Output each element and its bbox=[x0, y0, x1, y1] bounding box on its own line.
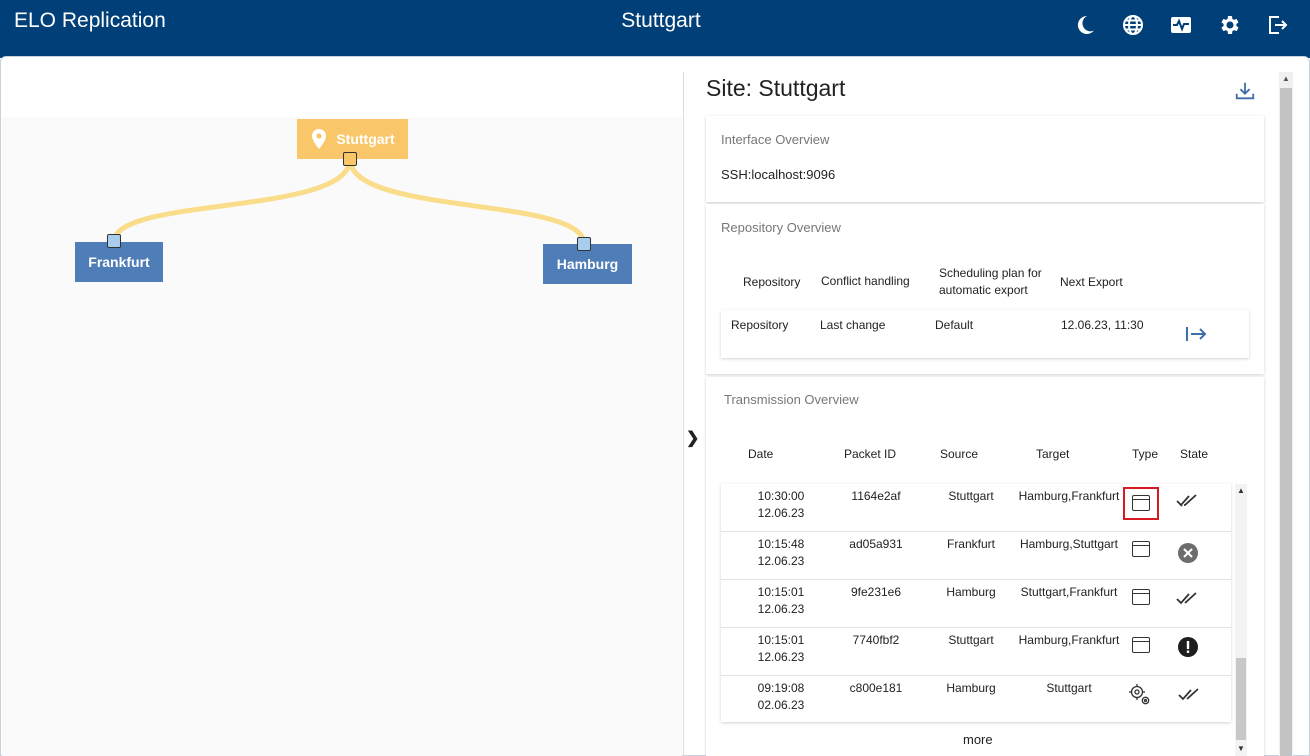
tx-header-state: State bbox=[1180, 447, 1209, 461]
tx-header-packet: Packet ID bbox=[844, 447, 897, 461]
row-time: 09:19:08 bbox=[757, 681, 805, 695]
row-source: Frankfurt bbox=[946, 537, 995, 551]
error-circle-icon bbox=[1178, 543, 1198, 563]
row-packet: 7740fbf2 bbox=[852, 633, 900, 647]
node-stuttgart-label: Stuttgart bbox=[336, 131, 395, 147]
gear-icon[interactable] bbox=[1217, 13, 1241, 37]
repo-cell-repository: Repository bbox=[731, 318, 789, 332]
gears-icon[interactable] bbox=[1128, 683, 1152, 707]
interface-overview-card: Interface Overview SSH:localhost:9096 bbox=[706, 116, 1264, 202]
table-scrollbar-thumb[interactable] bbox=[1236, 658, 1246, 740]
repo-header-next-export: Next Export bbox=[1060, 275, 1123, 289]
selected-type-highlight bbox=[1123, 487, 1159, 520]
export-now-icon[interactable] bbox=[1184, 325, 1208, 343]
row-target: Hamburg,Frankfurt bbox=[1018, 633, 1120, 647]
collapse-panel-chevron-icon[interactable]: ❯ bbox=[686, 428, 699, 448]
repository-overview-card: Repository Overview Repository Conflict … bbox=[706, 204, 1264, 374]
repo-cell-next-export: 12.06.23, 11:30 bbox=[1061, 318, 1144, 332]
port-hamburg[interactable] bbox=[577, 237, 591, 251]
table-row[interactable]: 10:15:01 12.06.23 9fe231e6 Hamburg Stutt… bbox=[721, 580, 1231, 626]
warning-circle-icon bbox=[1178, 637, 1198, 657]
double-check-icon bbox=[1176, 494, 1197, 507]
row-target: Stuttgart,Frankfurt bbox=[1020, 585, 1118, 599]
transmission-overview-title: Transmission Overview bbox=[724, 392, 859, 407]
globe-icon[interactable] bbox=[1121, 13, 1145, 37]
table-scroll-down-icon[interactable]: ▼ bbox=[1236, 744, 1246, 753]
port-stuttgart[interactable] bbox=[343, 152, 357, 166]
repo-header-conflict: Conflict handling bbox=[821, 274, 910, 288]
repo-cell-conflict: Last change bbox=[820, 318, 886, 332]
row-packet: ad05a931 bbox=[849, 537, 903, 551]
row-target: Stuttgart bbox=[1046, 681, 1092, 695]
tx-header-source: Source bbox=[940, 447, 979, 461]
row-source: Stuttgart bbox=[948, 489, 994, 503]
row-source: Hamburg bbox=[946, 681, 996, 695]
repo-header-schedule: Scheduling plan for automatic export bbox=[939, 266, 1042, 297]
double-check-icon bbox=[1178, 688, 1199, 701]
row-target: Hamburg,Stuttgart bbox=[1019, 537, 1119, 551]
tx-header-type: Type bbox=[1132, 447, 1159, 461]
repository-overview-title: Repository Overview bbox=[721, 220, 841, 235]
tx-header-date: Date bbox=[748, 447, 774, 461]
row-packet: 9fe231e6 bbox=[850, 585, 902, 599]
panel-title: Site: Stuttgart bbox=[706, 75, 846, 101]
interface-overview-title: Interface Overview bbox=[721, 132, 830, 147]
panel-scroll-up-icon[interactable]: ▲ bbox=[1280, 72, 1292, 86]
edge-stuttgart-frankfurt bbox=[111, 158, 353, 243]
tx-header-target: Target bbox=[1036, 447, 1070, 461]
window-icon[interactable] bbox=[1132, 637, 1150, 653]
more-link[interactable]: more bbox=[963, 732, 993, 747]
window-icon[interactable] bbox=[1132, 541, 1150, 557]
row-packet: 1164e2af bbox=[851, 489, 901, 503]
node-hamburg-label: Hamburg bbox=[556, 256, 619, 272]
panel-divider bbox=[683, 72, 684, 756]
top-bar: ELO Replication Stuttgart bbox=[0, 0, 1310, 58]
location-pin-icon bbox=[312, 129, 327, 149]
row-time: 10:15:48 bbox=[757, 537, 805, 551]
row-time: 10:15:01 bbox=[757, 585, 805, 599]
interface-value: SSH:localhost:9096 bbox=[721, 167, 836, 182]
row-packet: c800e181 bbox=[849, 681, 903, 695]
table-row[interactable]: 09:19:08 02.06.23 c800e181 Hamburg Stutt… bbox=[721, 676, 1231, 722]
row-time: 10:30:00 bbox=[757, 489, 805, 503]
node-frankfurt[interactable]: Frankfurt bbox=[75, 242, 163, 282]
table-row[interactable]: 10:15:01 12.06.23 7740fbf2 Stuttgart Ham… bbox=[721, 628, 1231, 674]
edge-stuttgart-hamburg bbox=[347, 158, 587, 245]
row-date: 02.06.23 bbox=[757, 698, 805, 712]
node-frankfurt-label: Frankfurt bbox=[88, 254, 150, 270]
row-target: Hamburg,Frankfurt bbox=[1018, 489, 1120, 503]
repo-cell-schedule: Default bbox=[935, 318, 974, 332]
row-time: 10:15:01 bbox=[757, 633, 805, 647]
row-source: Stuttgart bbox=[948, 633, 994, 647]
double-check-icon bbox=[1176, 592, 1197, 605]
repository-row[interactable]: Repository Last change Default 12.06.23,… bbox=[721, 310, 1249, 358]
logout-icon[interactable] bbox=[1265, 13, 1289, 37]
row-date: 12.06.23 bbox=[757, 602, 805, 616]
port-frankfurt[interactable] bbox=[107, 234, 121, 248]
download-icon[interactable] bbox=[1234, 80, 1256, 102]
table-scroll-up-icon[interactable]: ▲ bbox=[1236, 486, 1246, 495]
table-row[interactable]: 10:15:48 12.06.23 ad05a931 Frankfurt Ham… bbox=[721, 532, 1231, 578]
site-title: Stuttgart bbox=[621, 9, 701, 32]
row-date: 12.06.23 bbox=[757, 506, 805, 520]
graph-edges bbox=[111, 158, 587, 245]
repo-header-repository: Repository bbox=[743, 275, 801, 289]
row-source: Hamburg bbox=[946, 585, 996, 599]
monitor-pulse-icon[interactable] bbox=[1169, 13, 1193, 37]
row-date: 12.06.23 bbox=[757, 554, 805, 568]
panel-scrollbar-thumb[interactable] bbox=[1280, 88, 1292, 756]
moon-icon[interactable] bbox=[1073, 13, 1097, 37]
window-icon[interactable] bbox=[1132, 589, 1150, 605]
row-date: 12.06.23 bbox=[757, 650, 805, 664]
replication-graph: Stuttgart Frankfurt Hamburg bbox=[0, 56, 684, 756]
